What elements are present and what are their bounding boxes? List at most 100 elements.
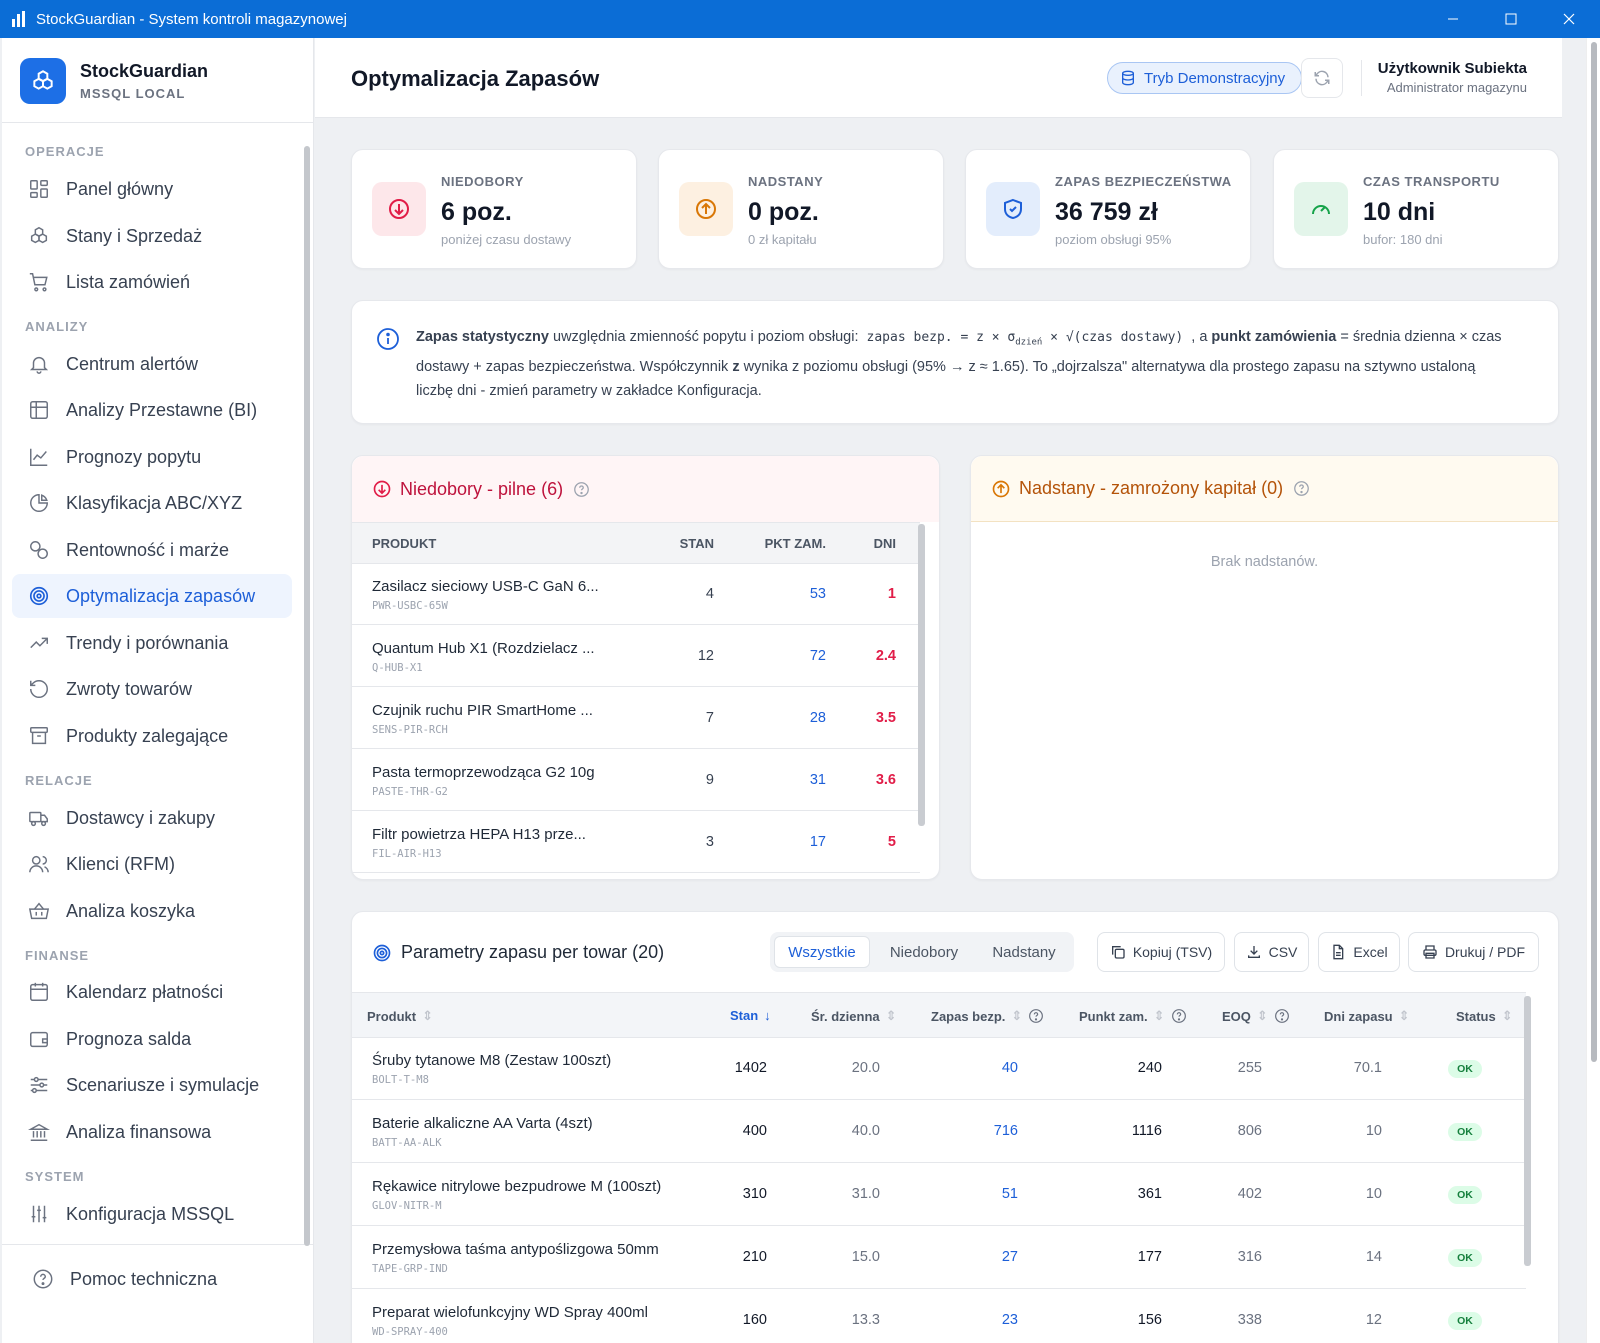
sidebar-item-label: Analiza finansowa [66, 1121, 212, 1142]
table-row[interactable]: Quantum Hub X1 (Rozdzielacz ... Q-HUB-X1… [352, 626, 920, 687]
table-row[interactable]: Pasta termoprzewodząca G2 10g PASTE-THR-… [352, 750, 920, 811]
table-row[interactable]: Śruby tytanowe M8 (Zestaw 100szt) BOLT-T… [352, 1038, 1526, 1100]
sidebar-item-stany[interactable]: Stany i Sprzedaż [12, 214, 292, 258]
filter-shortages-button[interactable]: Niedobory [874, 936, 974, 968]
table-row[interactable]: Przemysłowa taśma antypoślizgowa 50mm TA… [352, 1227, 1526, 1289]
close-button[interactable] [1540, 0, 1598, 38]
filter-segmented-control: Wszystkie Niedobory Nadstany [770, 932, 1074, 972]
column-label: Punkt zam. [1079, 1008, 1148, 1024]
sidebar-item-label: Prognozy popytu [66, 446, 202, 467]
sidebar-item-trendy[interactable]: Trendy i porównania [12, 621, 292, 665]
csv-button[interactable]: CSV [1234, 932, 1309, 972]
info-text-part: , a [1187, 329, 1212, 345]
sidebar-item-rentownosc[interactable]: Rentowność i marże [12, 528, 292, 572]
product-name: Czujnik ruchu PIR SmartHome ... [372, 702, 593, 719]
nav-section-finanse: FINANSE [25, 948, 90, 963]
kpi-label: CZAS TRANSPORTU [1363, 174, 1500, 189]
cell-days: 10 [1365, 1186, 1382, 1202]
copy-tsv-button[interactable]: Kopiuj (TSV) [1097, 932, 1225, 972]
sidebar-item-zwroty[interactable]: Zwroty towarów [12, 667, 292, 711]
kpi-label: NIEDOBORY [441, 174, 524, 189]
help-circle-icon[interactable] [573, 481, 590, 498]
help-link[interactable]: Pomoc techniczna [32, 1268, 217, 1290]
cell-safety: 23 [1001, 1312, 1018, 1328]
sidebar-item-panel-glowny[interactable]: Panel główny [12, 167, 292, 211]
sidebar-item-kalendarz[interactable]: Kalendarz płatności [12, 970, 292, 1014]
arrow-down-circle-icon [372, 479, 392, 499]
table-scrollbar[interactable] [1524, 996, 1531, 1266]
cell-reorder: 361 [1137, 1186, 1162, 1202]
page-scrollbar[interactable] [1591, 42, 1597, 1062]
nav-section-relacje: RELACJE [25, 773, 93, 788]
help-circle-icon[interactable] [1274, 1008, 1290, 1024]
filter-overstock-button[interactable]: Nadstany [976, 936, 1072, 968]
sidebar-item-klienci[interactable]: Klienci (RFM) [12, 842, 292, 886]
sidebar-scrollbar[interactable] [304, 146, 310, 1246]
sidebar-divider [2, 122, 313, 123]
sidebar-item-label: Optymalizacja zapasów [66, 585, 256, 606]
help-circle-icon[interactable] [1293, 480, 1310, 497]
column-header-stan[interactable]: Stan ↓ [730, 1008, 771, 1023]
demo-mode-badge[interactable]: Tryb Demonstracyjny [1107, 62, 1303, 94]
column-header-stan[interactable]: STAN [652, 536, 714, 551]
print-pdf-button[interactable]: Drukuj / PDF [1408, 932, 1539, 972]
excel-button[interactable]: Excel [1318, 932, 1400, 972]
sidebar-item-bi[interactable]: Analizy Przestawne (BI) [12, 388, 292, 432]
product-name: Rękawice nitrylowe bezpudrowe M (100szt) [372, 1178, 662, 1195]
sidebar-item-zamowienia[interactable]: Lista zamówień [12, 260, 292, 304]
table-row[interactable]: Rękawice nitrylowe bezpudrowe M (100szt)… [352, 1164, 1526, 1226]
sidebar-item-prognozy[interactable]: Prognozy popytu [12, 435, 292, 479]
column-header-dni[interactable]: DNI [852, 536, 896, 551]
table-row[interactable]: Preparat wielofunkcyjny WD Spray 400ml W… [352, 1290, 1526, 1343]
sidebar-item-label: Analizy Przestawne (BI) [66, 399, 258, 420]
sidebar-item-konfiguracja[interactable]: Konfiguracja MSSQL [12, 1192, 292, 1236]
column-header-avg[interactable]: Śr. dzienna ⇕ [811, 1008, 897, 1024]
table-row[interactable]: Baterie alkaliczne AA Varta (4szt) BATT-… [352, 1101, 1526, 1163]
cell-pkt-zam: 17 [809, 834, 826, 850]
sidebar-item-scenariusze[interactable]: Scenariusze i symulacje [12, 1063, 292, 1107]
cell-dni: 3.6 [875, 772, 896, 788]
sort-icon: ⇕ [1501, 1008, 1513, 1023]
copy-icon [1111, 946, 1125, 959]
wallet-icon [26, 1026, 52, 1052]
table-row[interactable]: Filtr powietrza HEPA H13 prze... FIL-AIR… [352, 812, 920, 873]
table-row[interactable]: Zasilacz sieciowy USB-C GaN 6... PWR-USB… [352, 564, 920, 625]
filter-all-button[interactable]: Wszystkie [774, 936, 870, 968]
sidebar-item-alerty[interactable]: Centrum alertów [12, 342, 292, 386]
help-circle-icon[interactable] [1028, 1008, 1044, 1024]
header-divider [1361, 60, 1362, 96]
maximize-button[interactable] [1482, 0, 1540, 38]
minimize-button[interactable] [1424, 0, 1482, 38]
sidebar-item-finansowa[interactable]: Analiza finansowa [12, 1110, 292, 1154]
sidebar-item-zalegajace[interactable]: Produkty zalegające [12, 714, 292, 758]
sidebar-item-dostawcy[interactable]: Dostawcy i zakupy [12, 796, 292, 840]
sidebar: StockGuardian MSSQL LOCAL OPERACJE Panel… [2, 38, 314, 1343]
column-header-days[interactable]: Dni zapasu ⇕ [1324, 1008, 1410, 1024]
column-header-product[interactable]: Produkt ⇕ [367, 1008, 433, 1024]
column-label: Dni zapasu [1324, 1008, 1393, 1024]
sidebar-item-saldo[interactable]: Prognoza salda [12, 1017, 292, 1061]
table-header: PRODUKT STAN PKT ZAM. DNI [352, 522, 920, 564]
panel-scrollbar[interactable] [918, 524, 925, 826]
formula-subscript: dzień [1015, 337, 1043, 348]
column-header-eoq[interactable]: EOQ ⇕ [1222, 1008, 1290, 1024]
kpi-label: ZAPAS BEZPIECZEŃSTWA [1055, 174, 1232, 189]
column-header-safety[interactable]: Zapas bezp. ⇕ [931, 1008, 1044, 1024]
user-name[interactable]: Użytkownik Subiekta [1378, 60, 1527, 77]
sidebar-item-abc[interactable]: Klasyfikacja ABC/XYZ [12, 481, 292, 525]
cell-stan: 160 [742, 1312, 767, 1328]
help-circle-icon[interactable] [1171, 1008, 1187, 1024]
minimize-icon [1448, 18, 1458, 20]
sidebar-item-koszyk[interactable]: Analiza koszyka [12, 889, 292, 933]
column-header-pkt[interactable]: PKT ZAM. [752, 536, 826, 551]
column-header-reorder[interactable]: Punkt zam. ⇕ [1079, 1008, 1187, 1024]
info-text: Zapas statystyczny uwzględnia zmienność … [416, 325, 1516, 403]
column-label: Stan [730, 1008, 759, 1023]
cell-pkt-zam: 53 [809, 586, 826, 602]
refresh-button[interactable] [1301, 58, 1343, 98]
table-row[interactable]: Czujnik ruchu PIR SmartHome ... SENS-PIR… [352, 688, 920, 749]
status-badge: OK [1448, 1186, 1482, 1204]
column-header-status[interactable]: Status ⇕ [1456, 1008, 1513, 1024]
sidebar-item-optymalizacja[interactable]: Optymalizacja zapasów [12, 574, 292, 618]
column-header-product[interactable]: PRODUKT [372, 536, 436, 551]
